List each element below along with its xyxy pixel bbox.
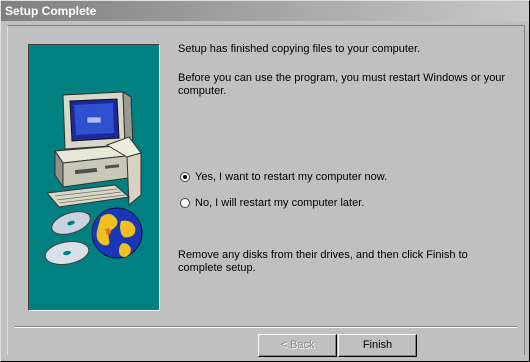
restart-now-label[interactable]: Yes, I want to restart my computer now. [195,171,387,184]
window-title: Setup Complete [5,4,97,18]
computer-cd-globe-icon [44,91,143,265]
finish-button[interactable]: Finish [338,334,417,357]
restart-notice-text: Before you can use the program, you must… [178,72,506,97]
radio-selected-icon[interactable] [180,172,190,182]
back-button[interactable]: < Back [258,334,337,357]
title-bar[interactable]: Setup Complete [1,1,529,21]
setup-complete-dialog: Setup Complete Setup has finished copyin… [0,0,530,362]
restart-later-label[interactable]: No, I will restart my computer later. [195,197,364,210]
button-separator [15,326,517,328]
finished-copying-text: Setup has finished copying files to your… [178,43,421,55]
setup-illustration-panel [28,44,160,311]
restart-later-radio[interactable]: No, I will restart my computer later. [180,196,364,210]
remove-disks-text: Remove any disks from their drives, and … [178,249,468,274]
radio-unselected-icon[interactable] [180,198,190,208]
restart-now-radio[interactable]: Yes, I want to restart my computer now. [180,170,387,184]
